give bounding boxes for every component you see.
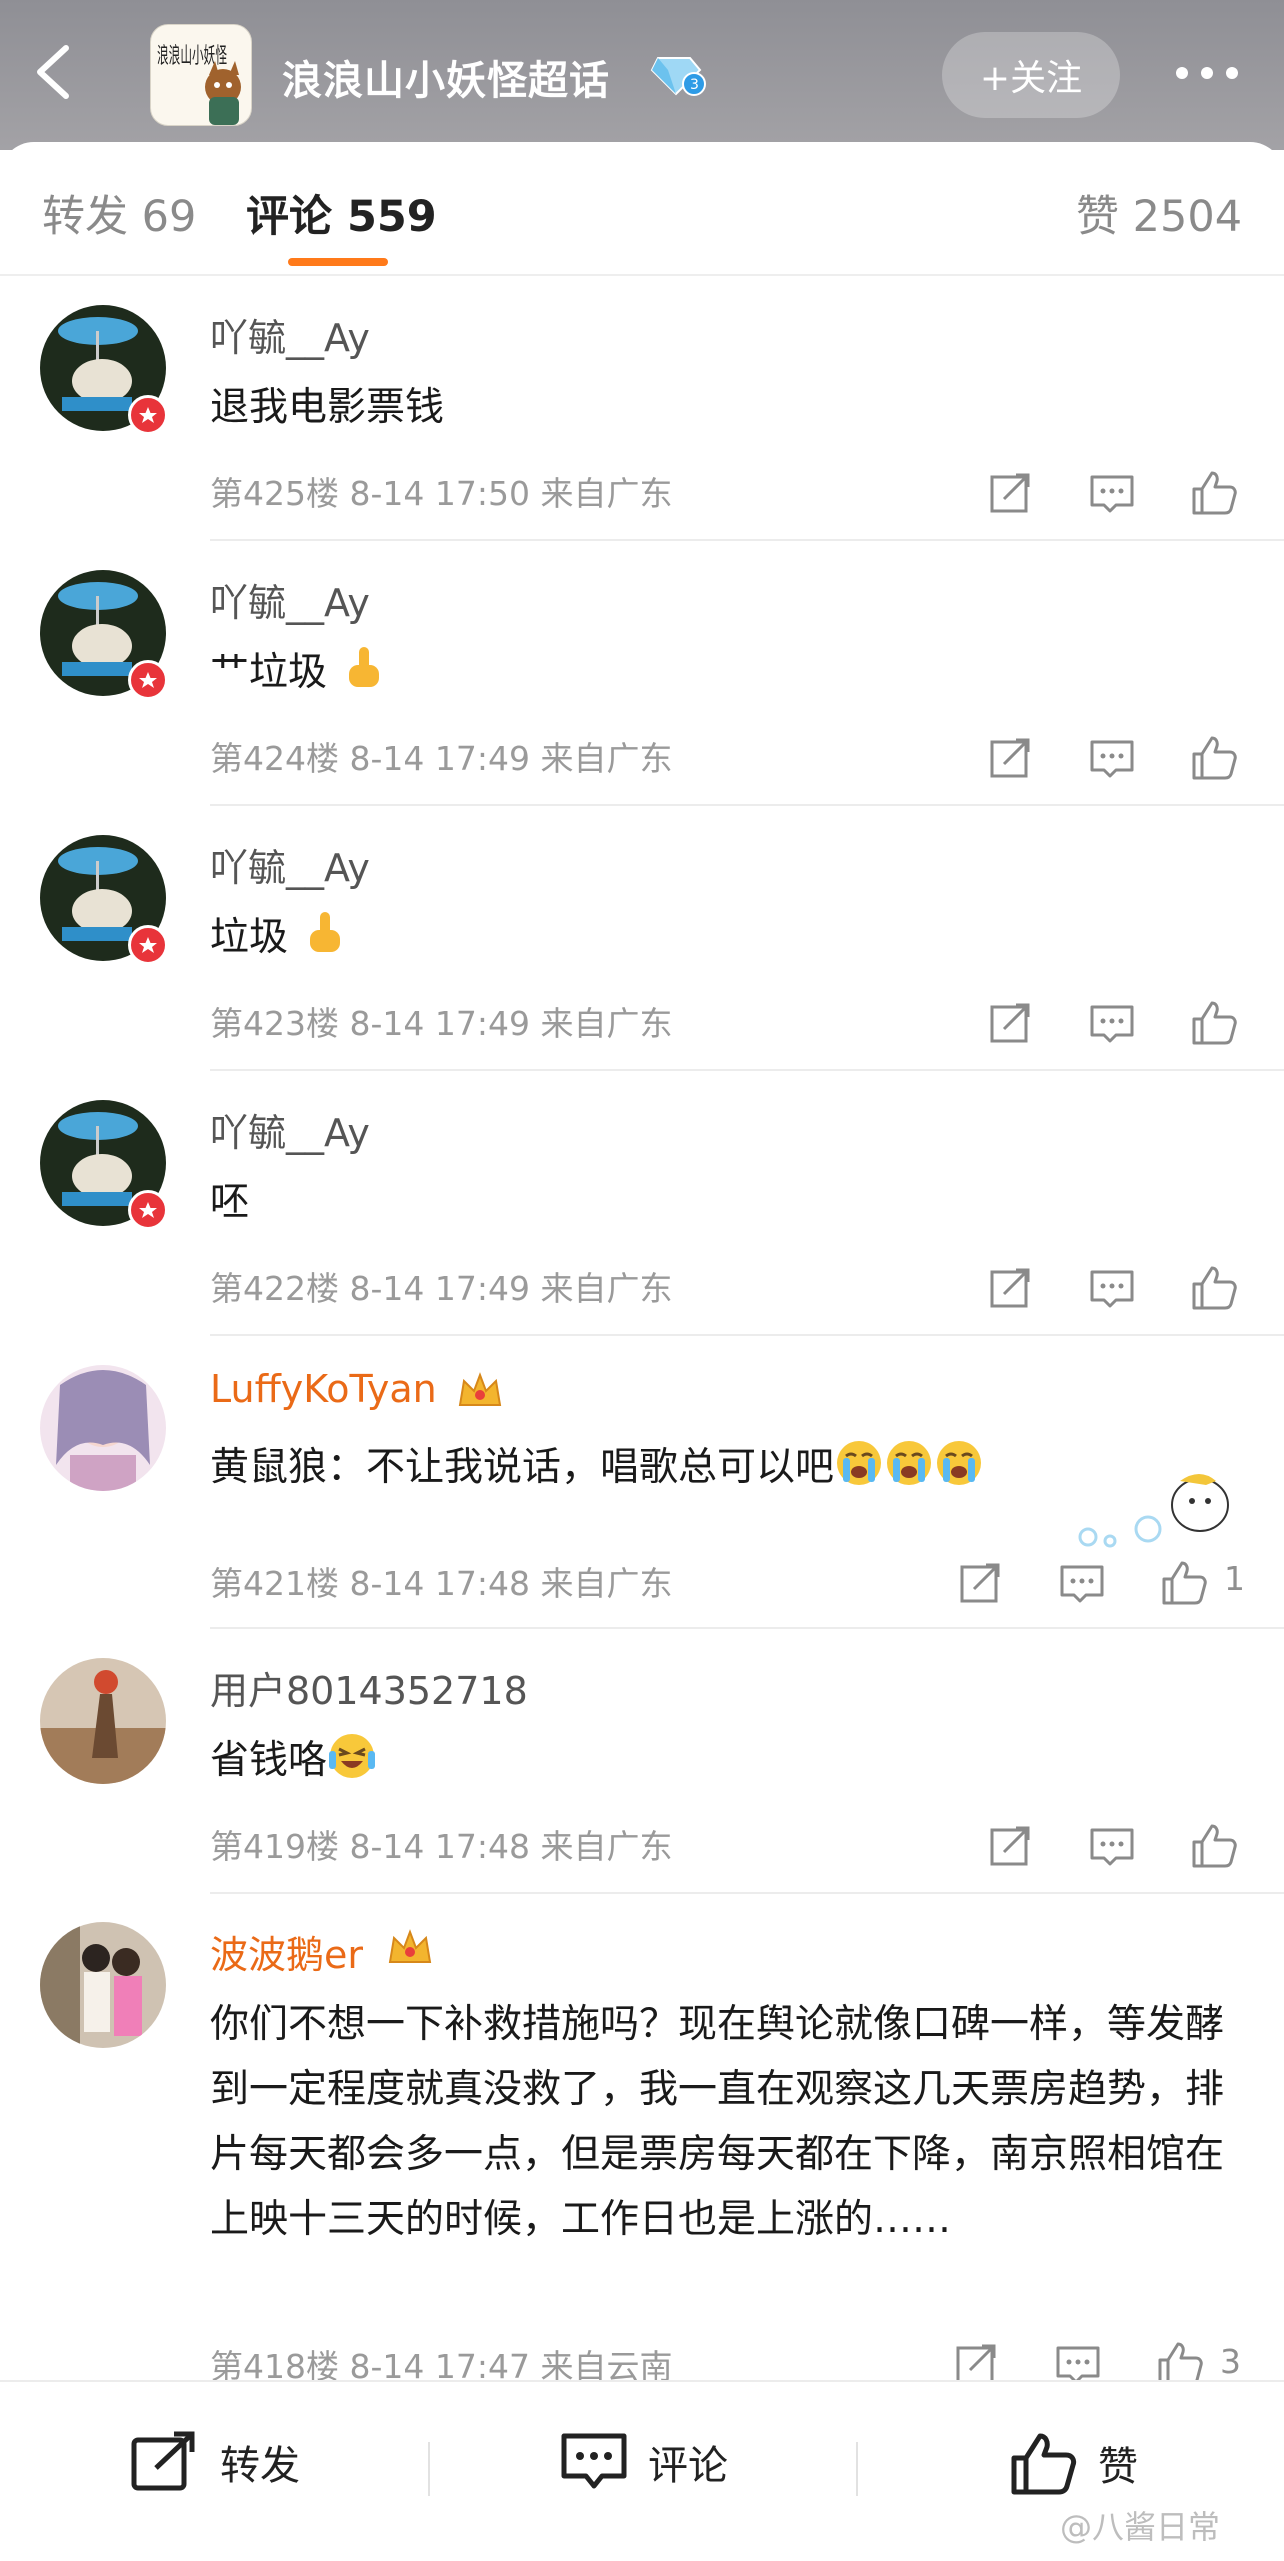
comment-meta: 第424楼 8-14 17:49 来自广东	[210, 739, 673, 778]
avatar[interactable]	[40, 1922, 166, 2048]
divider	[210, 1892, 1284, 1894]
reply-icon[interactable]	[1084, 995, 1140, 1051]
tab-bar: 转发 69 评论 559 赞 2504	[0, 142, 1284, 276]
reply-icon[interactable]	[1084, 465, 1140, 521]
middle-finger-emoji-icon	[310, 912, 341, 952]
divider	[856, 2442, 858, 2496]
laughing-emoji-icon	[329, 1734, 376, 1778]
like-icon[interactable]	[1156, 1555, 1212, 1611]
tab-like[interactable]: 赞 2504	[1076, 182, 1242, 244]
avatar-logo-text: 浪浪山小妖怪	[157, 44, 227, 69]
divider	[210, 1334, 1284, 1336]
crying-emoji-icon	[837, 1441, 882, 1485]
like-count: 3	[1220, 2342, 1241, 2381]
like-icon[interactable]	[1186, 1818, 1242, 1874]
username[interactable]: 用户8014352718	[210, 1660, 528, 1715]
bottom-like-label: 赞	[1098, 2444, 1138, 2490]
share-icon[interactable]	[952, 1555, 1008, 1611]
bottom-repost-button[interactable]: 转发	[130, 2430, 300, 2494]
more-icon[interactable]	[1172, 58, 1242, 88]
divider	[210, 804, 1284, 806]
diamond-level-icon: 3	[650, 57, 706, 96]
active-tab-indicator	[288, 258, 388, 266]
top-bar: 浪浪山小妖怪 浪浪山小妖怪超话 3 +关注	[0, 0, 1284, 150]
page-title: 浪浪山小妖怪超话	[282, 58, 610, 104]
bubble-decoration-icon	[1078, 1474, 1229, 1548]
tab-repost[interactable]: 转发 69	[42, 182, 196, 244]
comment-text: 省钱咯	[210, 1728, 1240, 1793]
comment-item: 用户8014352718 省钱咯 第419楼 8-14 17:48 来自广东	[0, 1658, 1284, 1898]
verified-badge	[128, 1190, 168, 1230]
username[interactable]: LuffyKoTyan	[210, 1367, 437, 1411]
svg-text:3: 3	[690, 77, 699, 93]
like-icon[interactable]	[1186, 995, 1242, 1051]
comment-item: LuffyKoTyan 黄鼠狼：不让我说话，唱歌总可以吧 第421楼 8-14 …	[0, 1365, 1284, 1629]
comment-meta: 第422楼 8-14 17:49 来自广东	[210, 1269, 673, 1308]
username[interactable]: 波波鹅er	[210, 1924, 363, 1979]
comment-item: 吖毓__Ay 呸 第422楼 8-14 17:49 来自广东	[0, 1100, 1284, 1340]
comment-item: 波波鹅er 你们不想一下补救措施吗？现在舆论就像口碑一样，等发酵到一定程度就真没…	[0, 1922, 1284, 2386]
comment-item: 吖毓__Ay 艹垃圾 第424楼 8-14 17:49 来自广东	[0, 570, 1284, 810]
reply-icon[interactable]	[1084, 1818, 1140, 1874]
divider	[210, 1627, 1284, 1629]
comment-item: 吖毓__Ay 退我电影票钱 第425楼 8-14 17:50 来自广东	[0, 305, 1284, 545]
avatar[interactable]	[40, 1365, 166, 1491]
verified-badge	[128, 925, 168, 965]
reply-icon[interactable]	[1084, 1260, 1140, 1316]
comment-text: 艹垃圾	[210, 640, 1240, 705]
verified-badge	[128, 660, 168, 700]
reply-icon[interactable]	[1084, 730, 1140, 786]
vip-crown-icon	[458, 1372, 502, 1406]
share-icon[interactable]	[982, 1260, 1038, 1316]
username[interactable]: 吖毓__Ay	[210, 1102, 370, 1157]
username[interactable]: 吖毓__Ay	[210, 307, 370, 362]
username[interactable]: 吖毓__Ay	[210, 837, 370, 892]
like-icon[interactable]	[1186, 730, 1242, 786]
divider	[428, 2442, 430, 2496]
thumbs-up-icon	[1011, 2433, 1077, 2495]
divider	[210, 539, 1284, 541]
vip-crown-icon	[388, 1929, 432, 1963]
username[interactable]: 吖毓__Ay	[210, 572, 370, 627]
like-count: 1	[1224, 1559, 1245, 1598]
like-icon[interactable]	[1186, 1260, 1242, 1316]
share-icon[interactable]	[982, 1818, 1038, 1874]
verified-badge	[128, 395, 168, 435]
share-icon[interactable]	[982, 995, 1038, 1051]
comment-text: 你们不想一下补救措施吗？现在舆论就像口碑一样，等发酵到一定程度就真没救了，我一直…	[210, 2002, 1225, 2242]
comment-meta: 第425楼 8-14 17:50 来自广东	[210, 474, 673, 513]
chevron-left-icon	[37, 45, 69, 99]
crying-emoji-icon	[887, 1441, 932, 1485]
reply-icon[interactable]	[1054, 1555, 1110, 1611]
supertopic-avatar[interactable]: 浪浪山小妖怪	[150, 24, 252, 126]
like-icon[interactable]	[1186, 465, 1242, 521]
comment-meta: 第423楼 8-14 17:49 来自广东	[210, 1004, 673, 1043]
crying-emoji-icon	[937, 1441, 982, 1485]
bottom-comment-button[interactable]: 评论	[560, 2430, 728, 2494]
comment-text: 垃圾	[210, 905, 1240, 970]
divider	[210, 1069, 1284, 1071]
bottom-repost-label: 转发	[220, 2443, 300, 2489]
tab-comment[interactable]: 评论 559	[246, 182, 437, 244]
bottom-comment-label: 评论	[648, 2443, 728, 2489]
back-button[interactable]	[28, 42, 78, 102]
avatar[interactable]	[40, 1658, 166, 1784]
watermark: @八酱日常	[1060, 2508, 1221, 2546]
share-icon[interactable]	[982, 730, 1038, 786]
repost-icon	[131, 2431, 195, 2491]
comment-text: 退我电影票钱	[210, 385, 445, 430]
comment-text: 呸	[210, 1180, 250, 1225]
comment-meta: 第419楼 8-14 17:48 来自广东	[210, 1827, 673, 1866]
comment-icon	[561, 2433, 627, 2489]
follow-button[interactable]: +关注	[942, 32, 1120, 118]
share-icon[interactable]	[982, 465, 1038, 521]
bottom-like-button[interactable]: 赞	[1010, 2430, 1138, 2496]
comment-item: 吖毓__Ay 垃圾 第423楼 8-14 17:49 来自广东	[0, 835, 1284, 1075]
middle-finger-emoji-icon	[349, 647, 380, 687]
comment-meta: 第421楼 8-14 17:48 来自广东	[210, 1564, 673, 1603]
